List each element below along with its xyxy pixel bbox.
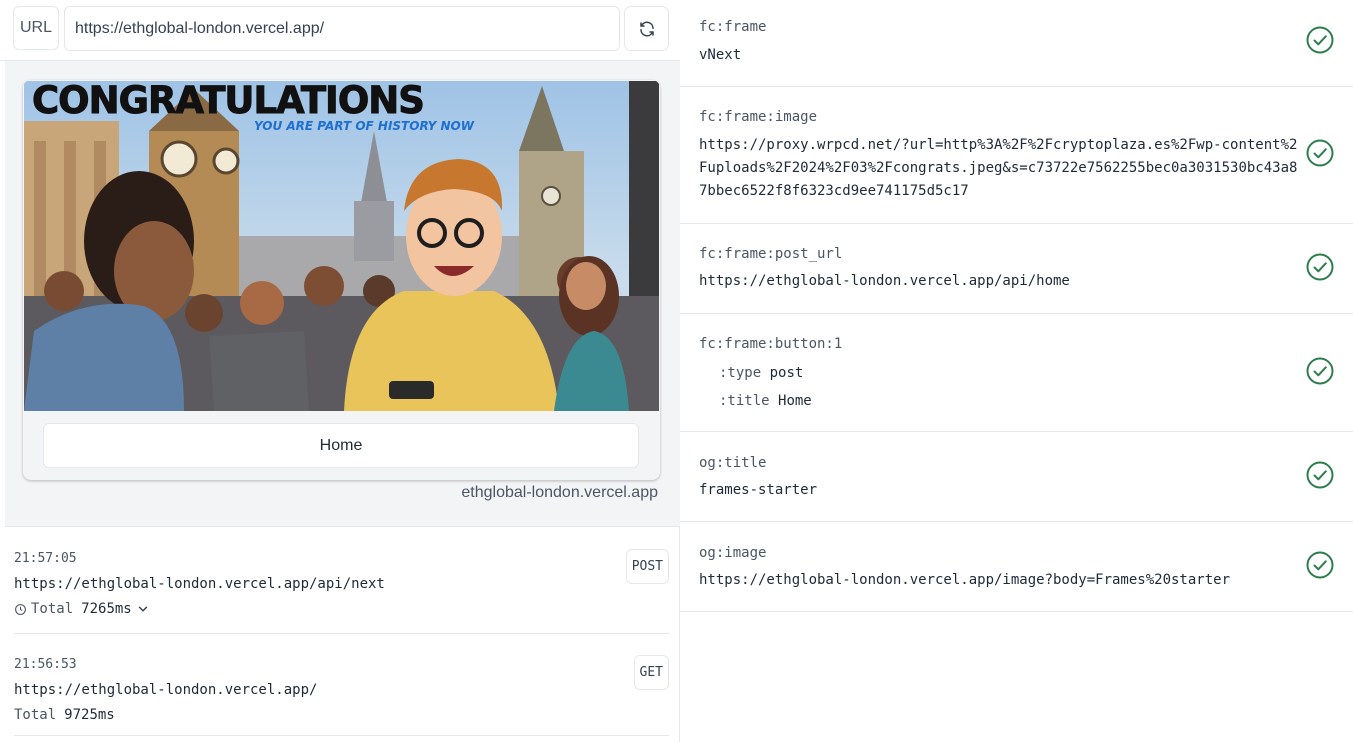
meta-row-fc-frame-post-url: fc:frame:post_url https://ethglobal-lond… [680,224,1353,314]
meta-value: https://proxy.wrpcd.net/?url=http%3A%2F%… [699,137,1298,199]
url-input[interactable] [64,6,620,51]
check-circle-icon [1306,253,1334,281]
divider [14,633,669,634]
meta-sub-type: :type post [719,365,804,381]
check-circle-icon [1306,461,1334,489]
meta-row-og-image: og:image https://ethglobal-london.vercel… [680,522,1353,612]
meta-value: https://ethglobal-london.vercel.app/imag… [699,572,1231,588]
frame-debugger-pane: URL https://ethglobal-london.vercel.app/… [0,0,680,742]
log-total: Total 9725ms [14,707,669,723]
url-bar: URL [0,0,680,61]
log-time: 21:57:05 [14,551,77,566]
frame-button-home[interactable]: Home [43,423,639,468]
method-badge: GET [633,655,669,690]
meta-key: og:title [699,455,767,471]
chevron-down-icon[interactable] [136,602,150,616]
image-subheading: YOU ARE PART OF HISTORY NOW [254,119,475,133]
log-time: 21:56:53 [14,657,77,672]
log-total[interactable]: Total 7265ms [14,601,669,617]
meta-value: frames-starter [699,482,818,498]
log-total-label: Total [31,601,74,617]
log-total-label: Total [14,707,57,723]
clock-icon [15,603,26,615]
url-label: URL [13,6,59,50]
meta-row-fc-frame: fc:frame vNext [680,0,1353,87]
check-circle-icon [1306,551,1334,579]
meta-key: og:image [699,545,767,561]
log-url: https://ethglobal-london.vercel.app/ [14,682,318,698]
refresh-button[interactable] [624,6,669,51]
log-duration: 7265ms [81,601,132,617]
image-heading: CONGRATULATIONS [32,81,424,122]
meta-tags-pane: fc:frame vNext fc:frame:image https://pr… [680,0,1353,742]
log-duration: 9725ms [64,707,115,723]
frame-card: CONGRATULATIONS YOU ARE PART OF HISTORY … [23,80,660,480]
meta-value: vNext [699,47,742,63]
request-log: 21:57:05 https://ethglobal-london.vercel… [5,528,680,742]
meta-sub-title: :title Home [719,393,812,409]
meta-key: fc:frame:post_url [699,246,843,262]
log-url: https://ethglobal-london.vercel.app/api/… [14,576,385,592]
meta-key: fc:frame:button:1 [699,336,843,352]
refresh-icon [639,21,654,36]
check-circle-icon [1306,357,1334,385]
frame-image: CONGRATULATIONS YOU ARE PART OF HISTORY … [24,81,659,411]
meta-row-fc-frame-image: fc:frame:image https://proxy.wrpcd.net/?… [680,87,1353,224]
check-circle-icon [1306,139,1334,167]
frame-preview-area: CONGRATULATIONS YOU ARE PART OF HISTORY … [5,61,680,527]
meta-row-og-title: og:title frames-starter [680,432,1353,522]
log-entry[interactable]: 21:56:53 https://ethglobal-london.vercel… [14,655,669,723]
meta-row-fc-frame-button-1: fc:frame:button:1 :type post :title Home [680,314,1353,432]
check-circle-icon [1306,26,1334,54]
meta-value: https://ethglobal-london.vercel.app/api/… [699,273,1070,289]
frame-domain: ethglobal-london.vercel.app [461,484,658,501]
meta-key: fc:frame:image [699,109,818,125]
log-entry[interactable]: 21:57:05 https://ethglobal-london.vercel… [14,549,669,617]
divider [14,735,669,736]
method-badge: POST [625,549,669,584]
meta-key: fc:frame [699,19,767,35]
